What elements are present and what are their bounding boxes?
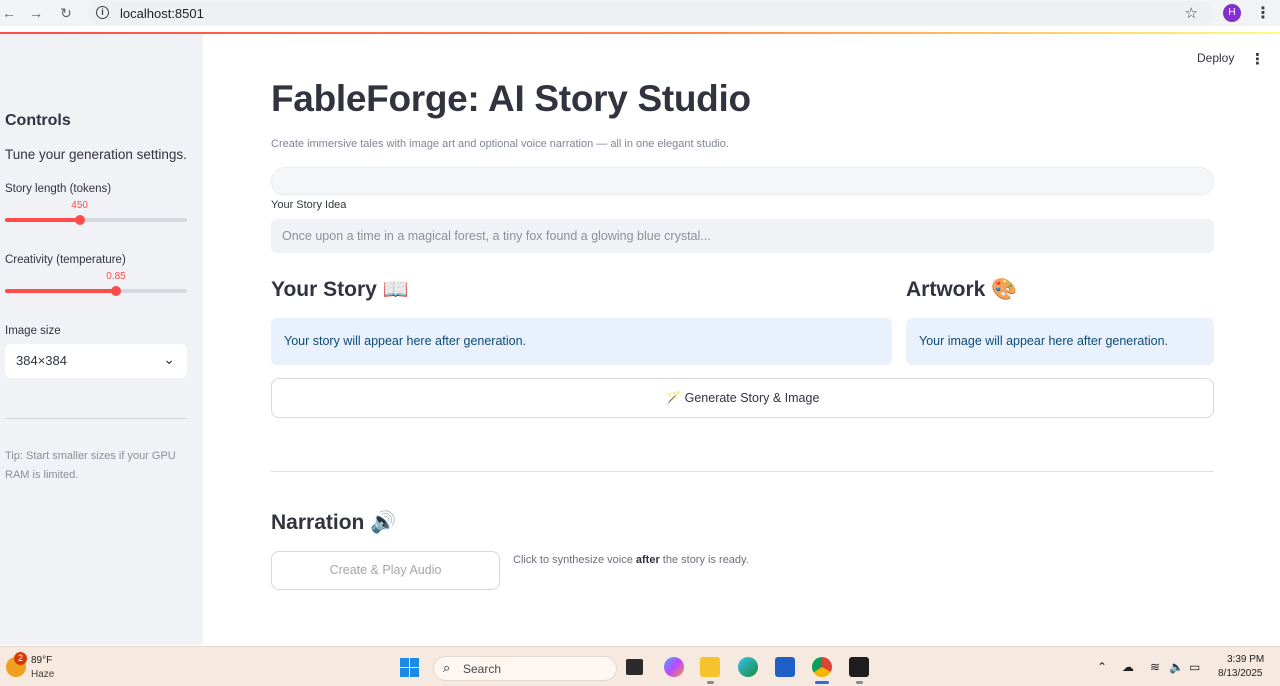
creativity-fill: [5, 289, 117, 293]
audio-hint-bold: after: [635, 554, 660, 566]
creativity-slider[interactable]: 0.85: [5, 271, 187, 296]
search-label: Search: [463, 662, 502, 676]
explorer-running-indicator: [707, 681, 714, 684]
address-bar[interactable]: i localhost:8501 ☆: [88, 1, 1214, 25]
story-length-thumb[interactable]: [74, 215, 85, 225]
sidebar-tip: Tip: Start smaller sizes if your GPU RAM…: [5, 450, 176, 481]
site-info-icon[interactable]: i: [96, 6, 109, 19]
artwork-output-box: Your image will appear here after genera…: [906, 318, 1214, 365]
onedrive-icon[interactable]: ☁: [1122, 660, 1134, 674]
story-length-slider[interactable]: 450: [5, 200, 187, 225]
story-output-placeholder: Your story will appear here after genera…: [284, 334, 527, 348]
audio-hint: Click to synthesize voice after the stor…: [513, 554, 749, 566]
image-size-label: Image size: [5, 325, 61, 337]
story-length-fill: [5, 218, 80, 222]
page-subtitle: Create immersive tales with image art an…: [271, 138, 729, 150]
url-text[interactable]: localhost:8501: [120, 6, 204, 21]
narration-heading: Narration 🔊: [271, 511, 397, 534]
profile-avatar[interactable]: H: [1223, 4, 1241, 22]
chrome-active-indicator: [815, 681, 829, 684]
back-arrow-icon[interactable]: ←: [0, 4, 18, 22]
clock-time[interactable]: 3:39 PM: [1227, 654, 1264, 665]
windows-start-icon[interactable]: [400, 658, 419, 677]
creativity-value: 0.85: [106, 271, 126, 282]
audio-hint-pre: Click to synthesize voice: [513, 554, 636, 566]
deploy-button[interactable]: Deploy: [1197, 51, 1234, 65]
sidebar: Controls Tune your generation settings. …: [0, 34, 203, 645]
story-length-label: Story length (tokens): [5, 183, 112, 195]
main-divider: [271, 471, 1214, 472]
weather-badge: 2: [14, 652, 27, 665]
page-title: FableForge: AI Story Studio: [271, 78, 751, 119]
artwork-output-placeholder: Your image will appear here after genera…: [919, 334, 1168, 348]
weather-desc[interactable]: Haze: [31, 669, 54, 680]
terminal-running-indicator: [856, 681, 863, 684]
story-idea-input[interactable]: Once upon a time in a magical forest, a …: [271, 219, 1214, 253]
taskbar-search[interactable]: ⌕ Search: [433, 656, 617, 681]
task-view-icon[interactable]: [626, 659, 643, 675]
sidebar-divider: [5, 418, 187, 419]
chrome-icon[interactable]: [812, 657, 832, 677]
edge-browser-icon[interactable]: [738, 657, 758, 677]
sidebar-title: Controls: [5, 112, 71, 129]
store-icon[interactable]: [775, 657, 795, 677]
image-size-value: 384×384: [16, 353, 67, 368]
your-story-heading: Your Story 📖: [271, 278, 409, 301]
chevron-down-icon: ⌄: [163, 351, 175, 367]
generate-story-button[interactable]: 🪄 Generate Story & Image: [271, 378, 1214, 418]
story-idea-placeholder: Once upon a time in a magical forest, a …: [282, 229, 711, 243]
story-output-box: Your story will appear here after genera…: [271, 318, 892, 365]
app-menu-icon[interactable]: ⋮: [1250, 50, 1265, 68]
browser-menu-icon[interactable]: ⋮: [1255, 3, 1271, 23]
tray-overflow-chevron-icon[interactable]: ⌃: [1097, 660, 1107, 674]
search-icon: ⌕: [443, 660, 451, 675]
reload-icon[interactable]: ↻: [57, 4, 75, 22]
volume-icon[interactable]: 🔈: [1169, 660, 1184, 674]
bookmark-star-icon[interactable]: ☆: [1185, 4, 1198, 22]
creativity-label: Creativity (temperature): [5, 254, 126, 266]
weather-temp[interactable]: 89°F: [31, 655, 52, 666]
image-size-select[interactable]: 384×384 ⌄: [5, 344, 187, 378]
wifi-icon[interactable]: ≋: [1150, 660, 1160, 674]
battery-icon[interactable]: ▭: [1189, 660, 1200, 674]
creativity-thumb[interactable]: [111, 286, 122, 296]
audio-hint-post: the story is ready.: [659, 554, 749, 566]
create-audio-button[interactable]: Create & Play Audio: [271, 551, 500, 590]
browser-toolbar: ← → ↻ i localhost:8501 ☆ H ⋮: [0, 0, 1280, 26]
artwork-heading: Artwork 🎨: [906, 278, 1018, 301]
empty-banner: [271, 167, 1214, 195]
taskbar: 2 89°F Haze ⌕ Search ⌃ ☁ ≋ 🔈 ▭ 3:39 PM 8…: [0, 646, 1280, 686]
forward-arrow-icon[interactable]: →: [27, 4, 45, 22]
file-explorer-icon[interactable]: [700, 657, 720, 677]
story-idea-label: Your Story Idea: [271, 199, 347, 211]
terminal-icon[interactable]: [849, 657, 869, 677]
sidebar-subtitle: Tune your generation settings.: [5, 147, 187, 162]
copilot-icon[interactable]: [664, 657, 684, 677]
story-length-value: 450: [71, 200, 88, 211]
clock-date[interactable]: 8/13/2025: [1218, 668, 1263, 679]
